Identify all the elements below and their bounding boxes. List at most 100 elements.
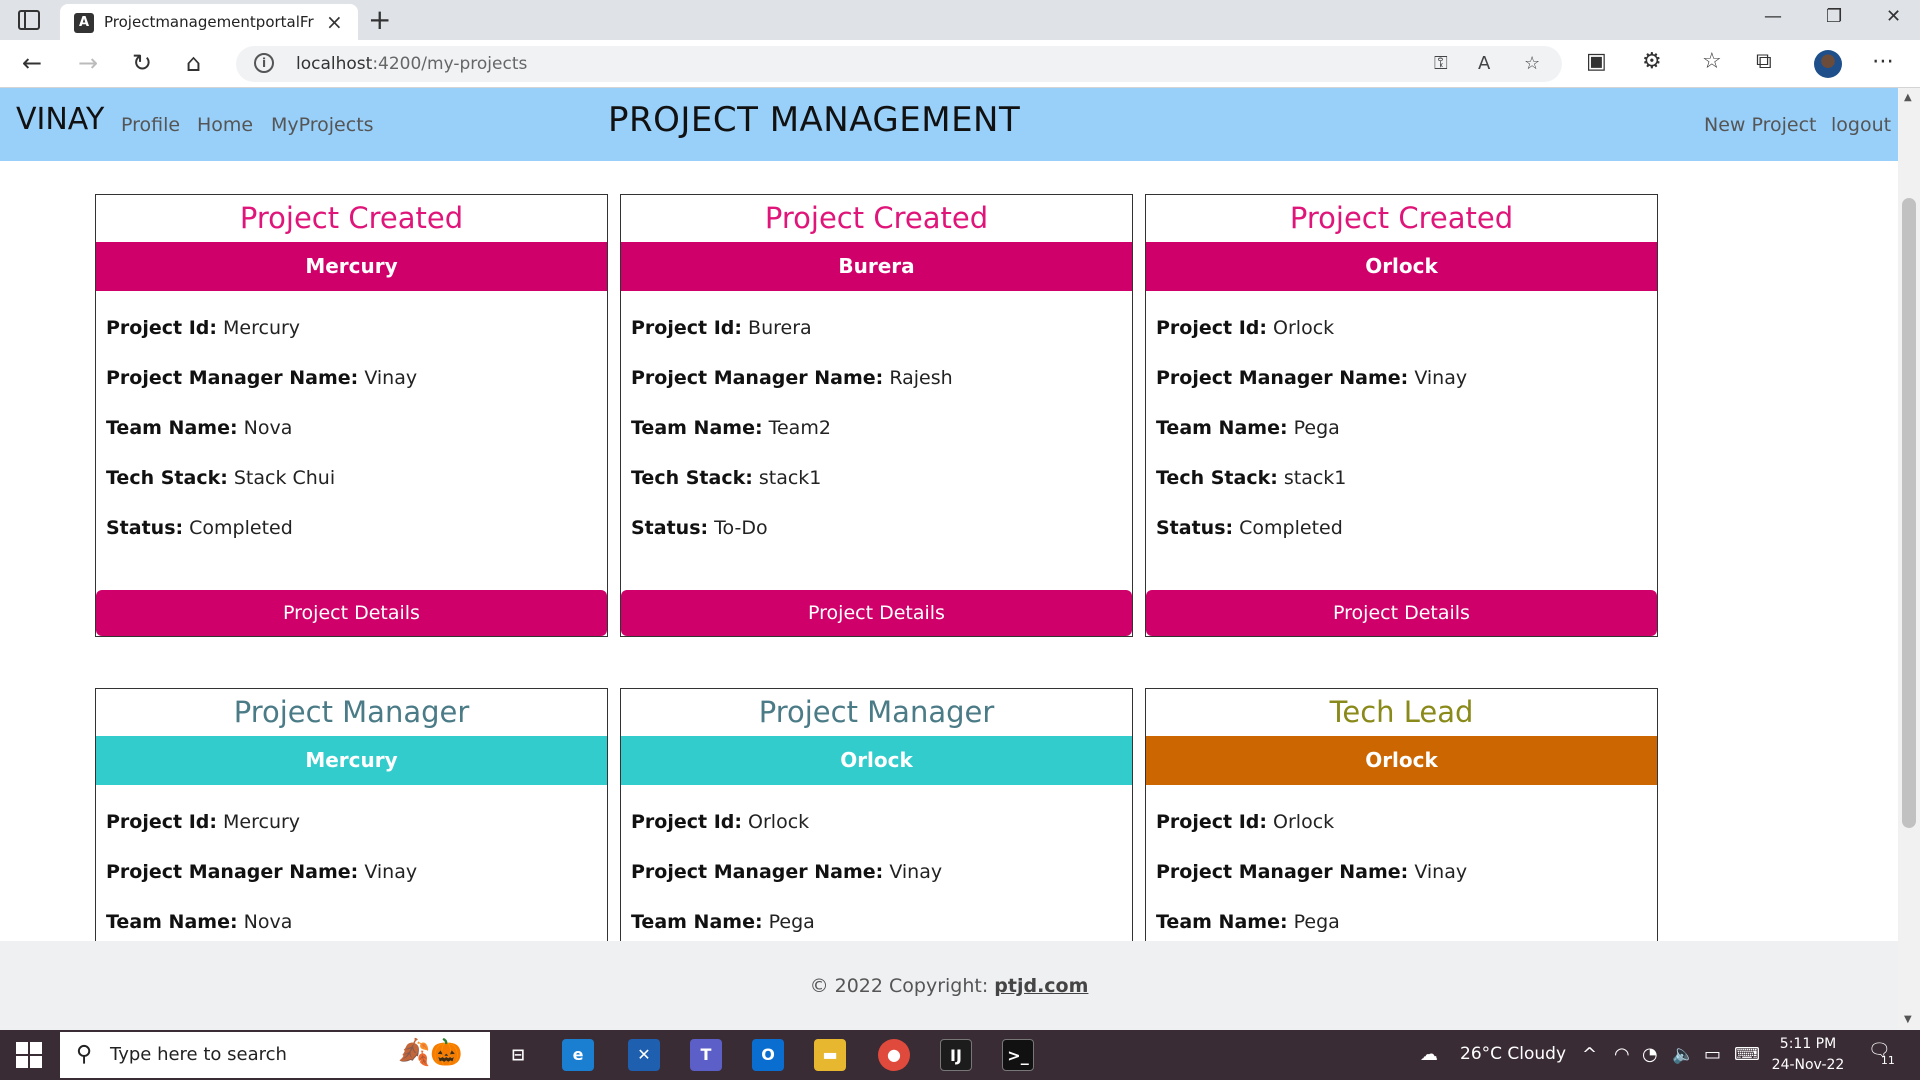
home-icon[interactable]: ⌂: [186, 49, 201, 77]
key-icon[interactable]: ⚿: [1434, 53, 1448, 74]
manager-field: Project Manager Name: Vinay: [1156, 861, 1468, 883]
nav-link-myprojects[interactable]: MyProjects: [271, 114, 374, 136]
forward-icon[interactable]: →: [78, 49, 98, 77]
card-header: Orlock: [1146, 242, 1657, 291]
clock[interactable]: 5:11 PM 24-Nov-22: [1768, 1034, 1848, 1076]
notification-icon[interactable]: 🗨11: [1868, 1040, 1905, 1067]
outlook-icon[interactable]: O: [752, 1039, 784, 1071]
page-footer: © 2022 Copyright: ptjd.com: [0, 941, 1898, 1030]
project-card: Project Manager Orlock Project Id: Orloc…: [620, 688, 1133, 941]
network-alert-icon[interactable]: ◔: [1642, 1044, 1658, 1065]
card-header: Burera: [621, 242, 1132, 291]
clock-date: 24-Nov-22: [1771, 1057, 1845, 1073]
manager-field: Project Manager Name: Rajesh: [631, 367, 953, 389]
close-tab-icon[interactable]: ×: [326, 10, 343, 34]
site-info-icon[interactable]: i: [254, 53, 274, 73]
tab-actions-icon[interactable]: [18, 10, 40, 30]
project-id-field: Project Id: Mercury: [106, 811, 301, 833]
windows-start-icon[interactable]: [16, 1042, 42, 1068]
card-title: Project Created: [764, 201, 989, 235]
team-field: Team Name: Pega: [631, 911, 815, 933]
edge-icon[interactable]: e: [562, 1039, 594, 1071]
minimize-icon[interactable]: —: [1764, 6, 1782, 27]
card-header: Orlock: [1146, 736, 1657, 785]
notification-count: 11: [1880, 1054, 1895, 1067]
manager-field: Project Manager Name: Vinay: [106, 861, 418, 883]
favorite-add-icon[interactable]: ☆: [1524, 53, 1540, 74]
wifi-icon[interactable]: ◠: [1614, 1044, 1630, 1065]
back-icon[interactable]: ←: [22, 49, 42, 77]
card-header: Mercury: [96, 736, 607, 785]
project-details-button[interactable]: Project Details: [96, 590, 607, 636]
tab-title: ProjectmanagementportalFronte: [104, 13, 314, 31]
new-tab-icon[interactable]: +: [368, 3, 391, 36]
status-field: Status: Completed: [1156, 517, 1343, 539]
project-details-button[interactable]: Project Details: [621, 590, 1132, 636]
project-list: Project Created Mercury Project Id: Merc…: [0, 161, 1898, 941]
task-view-icon[interactable]: ⊟: [502, 1039, 534, 1071]
browser-tab-bar: A ProjectmanagementportalFronte × + — ❐ …: [0, 0, 1920, 40]
more-menu-icon[interactable]: ⋯: [1872, 49, 1894, 74]
scroll-up-icon[interactable]: ▲: [1904, 92, 1912, 103]
angular-icon: A: [74, 13, 94, 33]
tray-chevron-icon[interactable]: ^: [1582, 1044, 1597, 1065]
file-explorer-icon[interactable]: ▬: [814, 1039, 846, 1071]
project-card: Project Created Orlock Project Id: Orloc…: [1145, 194, 1658, 637]
profile-avatar[interactable]: [1814, 50, 1842, 78]
weather-icon[interactable]: ☁: [1420, 1044, 1438, 1065]
battery-icon[interactable]: ▭: [1704, 1044, 1721, 1065]
weather-text[interactable]: 26°C Cloudy: [1460, 1044, 1566, 1064]
refresh-icon[interactable]: ↻: [132, 49, 152, 77]
page-scrollbar[interactable]: ▲ ▼: [1898, 88, 1920, 1030]
read-aloud-icon[interactable]: A: [1478, 53, 1490, 74]
status-field: Status: Completed: [106, 517, 293, 539]
project-id-field: Project Id: Orlock: [1156, 811, 1335, 833]
taskbar-search[interactable]: ⚲ Type here to search 🍂🎃: [60, 1032, 490, 1078]
window-close-icon[interactable]: ✕: [1886, 6, 1901, 27]
tabs-collection-icon[interactable]: ⧉: [1756, 49, 1772, 74]
restore-icon[interactable]: ❐: [1826, 6, 1842, 27]
project-id-field: Project Id: Orlock: [1156, 317, 1335, 339]
windows-taskbar: ⚲ Type here to search 🍂🎃 ⊟ e ✕ T O ▬ ● I…: [0, 1030, 1920, 1080]
team-field: Team Name: Pega: [1156, 911, 1340, 933]
search-icon: ⚲: [76, 1042, 93, 1067]
card-title: Project Manager: [233, 695, 470, 729]
card-header: Mercury: [96, 242, 607, 291]
footer-link[interactable]: ptjd.com: [994, 975, 1088, 997]
url-bar[interactable]: i localhost:4200/my-projects ⚿ A ☆: [236, 46, 1562, 82]
copyright-text: © 2022 Copyright: ptjd.com: [809, 975, 1089, 997]
nav-link-profile[interactable]: Profile: [121, 114, 180, 136]
team-field: Team Name: Pega: [1156, 417, 1340, 439]
clock-time: 5:11 PM: [1779, 1036, 1837, 1052]
address-toolbar: ← → ↻ ⌂ i localhost:4200/my-projects ⚿ A…: [0, 40, 1920, 88]
manager-field: Project Manager Name: Vinay: [1156, 367, 1468, 389]
app-navbar: VINAY Profile Home MyProjects PROJECT MA…: [0, 88, 1898, 161]
azure-icon[interactable]: ✕: [628, 1039, 660, 1071]
team-field: Team Name: Team2: [631, 417, 831, 439]
browser-tab[interactable]: A ProjectmanagementportalFronte ×: [60, 4, 358, 40]
project-id-field: Project Id: Mercury: [106, 317, 301, 339]
teams-icon[interactable]: T: [690, 1039, 722, 1071]
volume-icon[interactable]: 🔈: [1672, 1044, 1694, 1065]
tech-stack-field: Tech Stack: stack1: [631, 467, 822, 489]
nav-link-new-project[interactable]: New Project: [1704, 114, 1817, 136]
project-details-button[interactable]: Project Details: [1146, 590, 1657, 636]
keyboard-icon[interactable]: ⌨: [1734, 1044, 1760, 1065]
terminal-icon[interactable]: >_: [1002, 1039, 1034, 1071]
search-placeholder: Type here to search: [110, 1044, 287, 1065]
manager-field: Project Manager Name: Vinay: [106, 367, 418, 389]
chrome-icon[interactable]: ●: [878, 1039, 910, 1071]
collections-icon[interactable]: ▣: [1586, 49, 1607, 74]
extensions-icon[interactable]: ⚙: [1642, 49, 1662, 74]
scroll-thumb[interactable]: [1902, 198, 1916, 828]
nav-link-logout[interactable]: logout: [1831, 114, 1891, 136]
manager-field: Project Manager Name: Vinay: [631, 861, 943, 883]
scroll-down-icon[interactable]: ▼: [1904, 1014, 1912, 1025]
url-text[interactable]: localhost:4200/my-projects: [296, 54, 527, 74]
intellij-icon[interactable]: IJ: [940, 1039, 972, 1071]
favorites-icon[interactable]: ☆: [1702, 49, 1722, 74]
tech-stack-field: Tech Stack: stack1: [1156, 467, 1347, 489]
brand[interactable]: VINAY: [16, 102, 104, 137]
card-header: Orlock: [621, 736, 1132, 785]
nav-link-home[interactable]: Home: [197, 114, 253, 136]
